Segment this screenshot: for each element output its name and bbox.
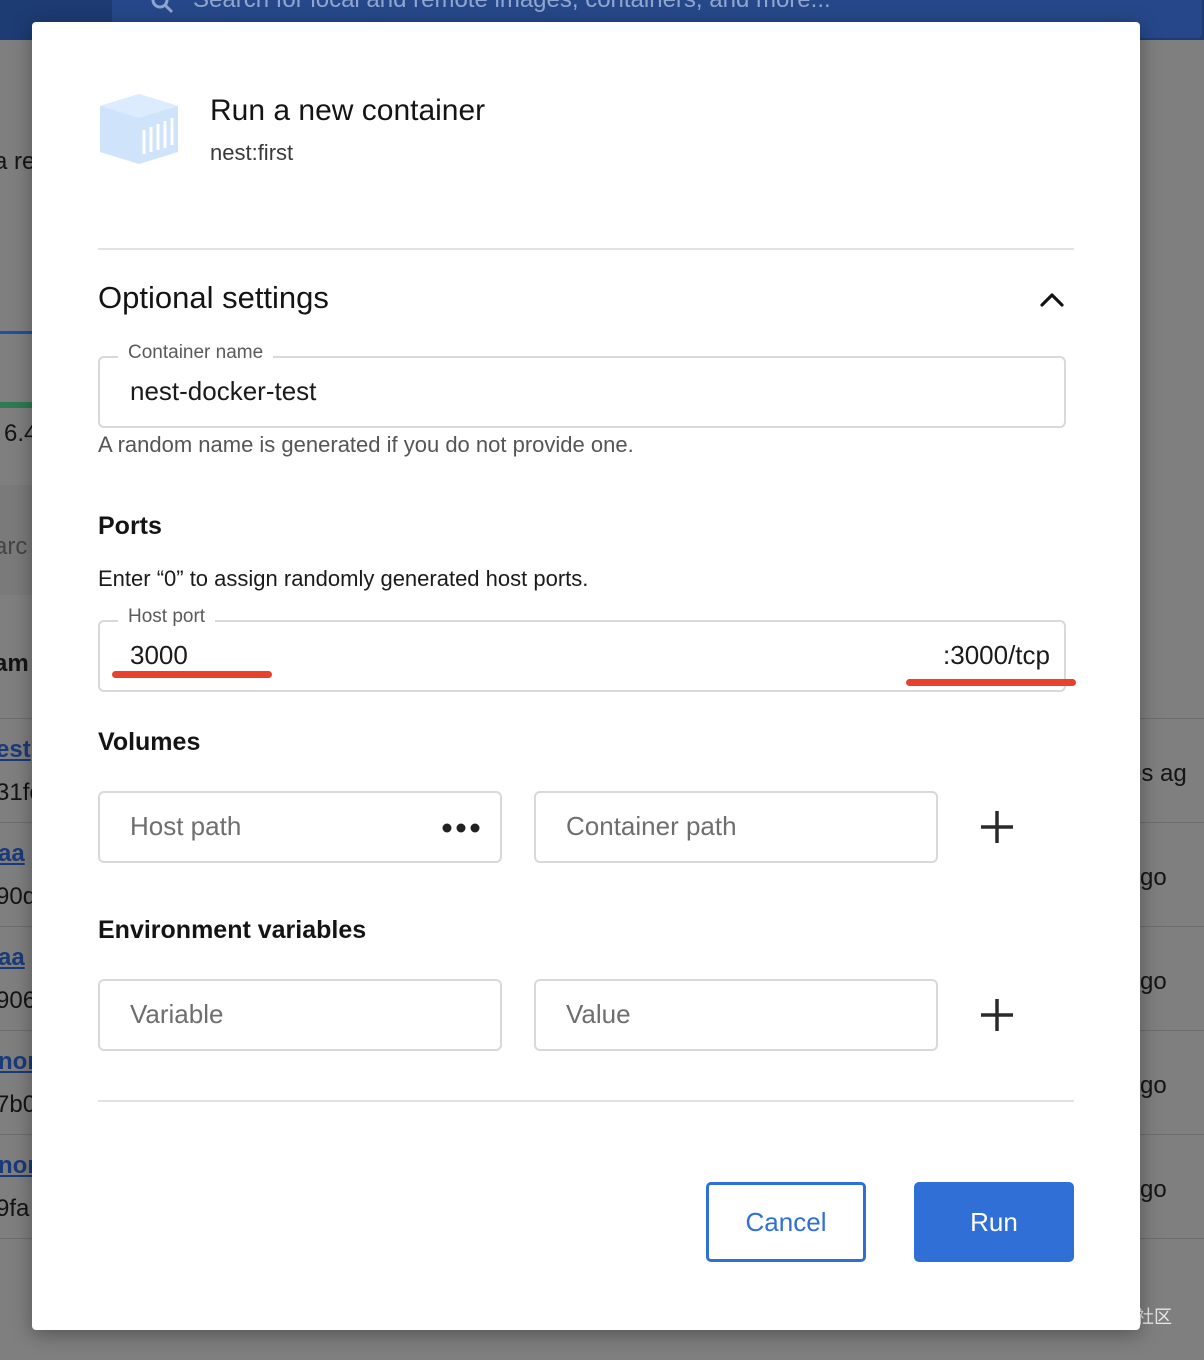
background-fragment: aa <box>0 840 25 867</box>
add-env-plus-icon[interactable] <box>978 996 1016 1034</box>
env-title: Environment variables <box>98 916 367 944</box>
value-placeholder: Value <box>566 999 631 1029</box>
background-fragment: arc <box>0 533 28 560</box>
volumes-title: Volumes <box>98 728 201 756</box>
cancel-button[interactable]: Cancel <box>706 1182 866 1262</box>
container-name-helper: A random name is generated if you do not… <box>98 432 634 457</box>
background-search-placeholder: Search for local and remote images, cont… <box>193 0 831 14</box>
background-row-divider <box>1140 1030 1204 1031</box>
footer-divider <box>98 1100 1074 1102</box>
optional-settings-title: Optional settings <box>98 280 329 315</box>
background-fragment: 9fa <box>0 1195 30 1222</box>
background-fragment: 7b0 <box>0 1091 37 1118</box>
container-path-placeholder: Container path <box>566 811 737 841</box>
highlight-underline <box>906 679 1076 686</box>
background-row-divider <box>0 1134 32 1135</box>
ports-description: Enter “0” to assign randomly generated h… <box>98 566 589 591</box>
image-name: nest:first <box>210 140 294 165</box>
host-path-input[interactable]: Host path <box>98 791 502 863</box>
background-fragment: go <box>1140 1176 1167 1203</box>
container-port: :3000/tcp <box>943 640 1050 670</box>
host-port-label: Host port <box>118 606 216 628</box>
background-fragment: go <box>1140 1072 1167 1099</box>
background-fragment: aa <box>0 944 25 971</box>
container-name-value: nest-docker-test <box>130 376 317 406</box>
highlight-underline <box>112 671 272 678</box>
background-fragment: go <box>1140 968 1167 995</box>
variable-input[interactable]: Variable <box>98 979 502 1051</box>
background-fragment: est <box>0 736 31 763</box>
dialog-header: Run a new container nest:first <box>98 92 1058 192</box>
background-tab-indicator <box>0 331 32 334</box>
background-row-divider <box>0 926 32 927</box>
run-container-dialog: Run a new container nest:first Optional … <box>32 22 1140 1330</box>
host-port-value: 3000 <box>130 640 188 670</box>
background-row-divider <box>0 1238 32 1239</box>
background-row-divider <box>1140 926 1204 927</box>
dialog-title: Run a new container <box>210 94 486 127</box>
background-row-divider <box>1140 1134 1204 1135</box>
container-icon <box>100 94 178 164</box>
background-row-divider <box>0 1030 32 1031</box>
search-icon <box>151 0 174 14</box>
host-path-placeholder: Host path <box>130 811 242 841</box>
header-divider <box>98 248 1074 250</box>
background-fragment: am <box>0 650 29 677</box>
value-input[interactable]: Value <box>534 979 938 1051</box>
variable-placeholder: Variable <box>130 999 224 1029</box>
container-path-input[interactable]: Container path <box>534 791 938 863</box>
background-row-divider <box>0 718 32 719</box>
background-row-divider <box>0 822 32 823</box>
background-row-divider <box>1140 822 1204 823</box>
chevron-up-icon[interactable] <box>1038 286 1066 314</box>
background-row-divider <box>1140 718 1204 719</box>
run-button[interactable]: Run <box>914 1182 1074 1262</box>
background-fragment: 906 <box>0 987 37 1014</box>
background-fragment: 90d <box>0 883 37 910</box>
more-icon[interactable] <box>442 823 480 833</box>
optional-settings-toggle[interactable]: Optional settings <box>98 280 1074 320</box>
container-name-field[interactable]: Container name nest-docker-test <box>98 342 1066 428</box>
add-volume-plus-icon[interactable] <box>978 808 1016 846</box>
container-name-label: Container name <box>118 342 274 364</box>
background-row-divider <box>1140 1238 1204 1239</box>
background-fragment: a re <box>0 148 36 175</box>
ports-title: Ports <box>98 512 162 540</box>
background-progress <box>0 402 32 408</box>
background-fragment: go <box>1140 864 1167 891</box>
